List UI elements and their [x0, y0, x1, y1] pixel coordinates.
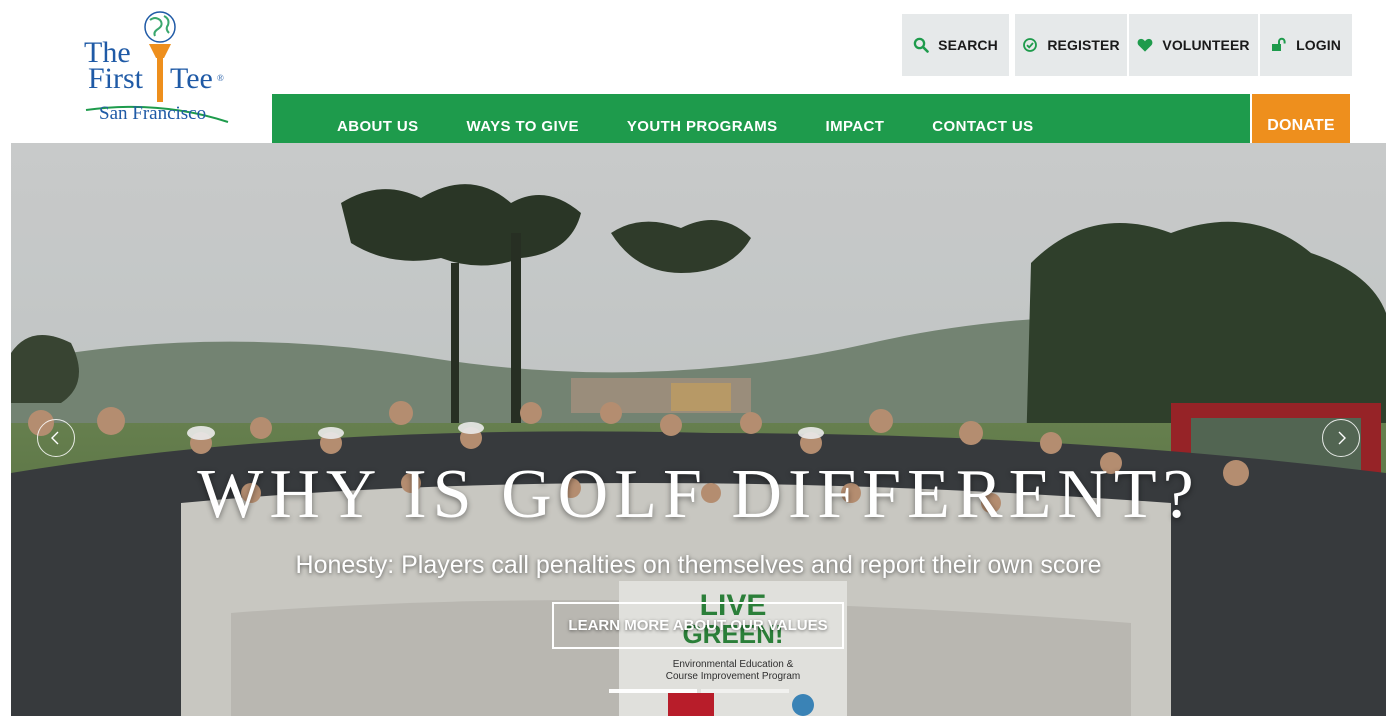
- search-label: SEARCH: [938, 37, 998, 53]
- register-label: REGISTER: [1047, 37, 1120, 53]
- hero-slider: LIVE GREEN! Environmental Education & Co…: [11, 143, 1386, 716]
- learn-more-values-button[interactable]: LEARN MORE ABOUT OUR VALUES: [552, 602, 844, 649]
- nav-about-us[interactable]: ABOUT US: [337, 118, 419, 135]
- slider-pagination: [609, 689, 789, 693]
- logo-line-tee: Tee: [170, 62, 213, 95]
- chevron-left-icon: [51, 431, 59, 445]
- slider-dot-1[interactable]: [609, 689, 697, 693]
- register-button[interactable]: REGISTER: [1015, 14, 1127, 76]
- nav-ways-to-give[interactable]: WAYS TO GIVE: [467, 118, 579, 135]
- search-icon: [913, 37, 929, 53]
- logo-line-first: First: [88, 62, 144, 95]
- login-label: LOGIN: [1296, 37, 1341, 53]
- check-circle-icon: [1022, 37, 1038, 53]
- nav-impact[interactable]: IMPACT: [826, 118, 885, 135]
- login-button[interactable]: LOGIN: [1260, 14, 1352, 76]
- logo-registered-mark: ®: [217, 73, 224, 83]
- slider-dot-2[interactable]: [701, 689, 789, 693]
- unlock-icon: [1271, 37, 1287, 53]
- volunteer-button[interactable]: VOLUNTEER: [1129, 14, 1258, 76]
- hero-headline: WHY IS GOLF DIFFERENT?: [197, 456, 1200, 533]
- search-button[interactable]: SEARCH: [902, 14, 1009, 76]
- nav-contact-us[interactable]: CONTACT US: [932, 118, 1033, 135]
- hero-subheadline: Honesty: Players call penalties on thems…: [295, 551, 1102, 579]
- heart-icon: [1137, 37, 1153, 53]
- volunteer-label: VOLUNTEER: [1162, 37, 1250, 53]
- chevron-right-icon: [1338, 431, 1346, 445]
- slider-next-button[interactable]: [1322, 419, 1360, 457]
- logo-line-san-francisco: San Francisco: [99, 103, 207, 124]
- slider-prev-button[interactable]: [37, 419, 75, 457]
- nav-youth-programs[interactable]: YOUTH PROGRAMS: [627, 118, 778, 135]
- site-logo[interactable]: The First Tee ® San Francisco: [80, 6, 235, 130]
